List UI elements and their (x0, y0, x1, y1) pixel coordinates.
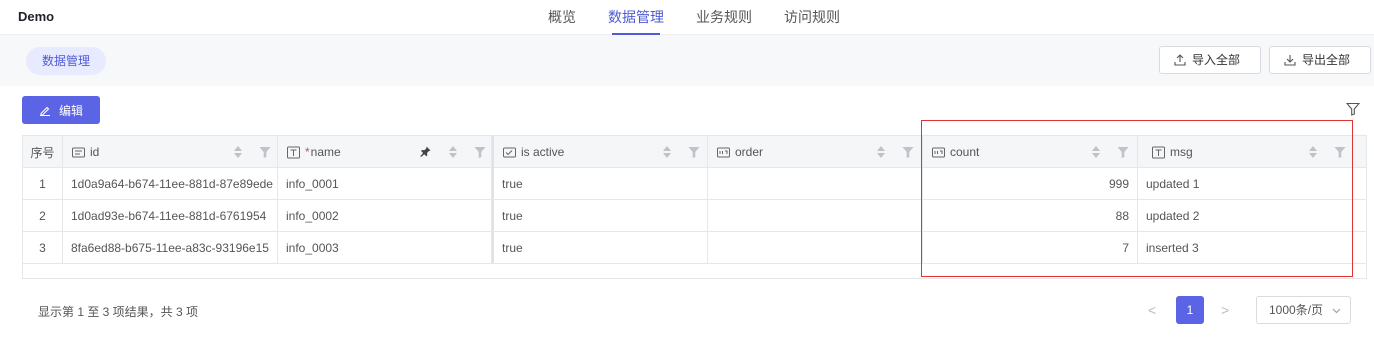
tab-business-rules[interactable]: 业务规则 (696, 0, 752, 35)
cell-order[interactable] (708, 168, 923, 200)
nav-tabs: 概览 数据管理 业务规则 访问规则 (548, 0, 872, 35)
cell-is-active[interactable]: true (494, 168, 708, 200)
page-size-value: 1000条/页 (1269, 303, 1324, 317)
cell-index: 2 (23, 200, 63, 232)
cell-name[interactable]: info_0001 (278, 168, 492, 200)
boolean-field-icon (503, 147, 516, 157)
cell-name[interactable]: info_0003 (278, 232, 492, 264)
chevron-down-icon (1332, 308, 1341, 314)
column-filter-icon[interactable] (474, 146, 486, 158)
sub-header: 数据管理 导入全部 导出全部 (0, 35, 1374, 86)
upload-icon (1174, 54, 1186, 66)
sort-icon[interactable] (448, 145, 458, 159)
column-filter-icon[interactable] (259, 146, 271, 158)
download-icon (1284, 55, 1296, 66)
tab-overview[interactable]: 概览 (548, 0, 576, 35)
title-field-icon (287, 146, 300, 158)
cell-id[interactable]: 1d0ad93e-b674-11ee-881d-6761954 (63, 200, 278, 232)
import-all-label: 导入全部 (1192, 53, 1241, 67)
text-field-icon (72, 147, 85, 157)
pagination-summary: 显示第 1 至 3 项结果，共 3 项 (38, 305, 199, 319)
cell-id[interactable]: 1d0a9a64-b674-11ee-881d-87e89ede (63, 168, 278, 200)
cell-is-active[interactable]: true (494, 200, 708, 232)
column-header-name[interactable]: * name (278, 136, 492, 168)
column-filter-icon[interactable] (688, 146, 700, 158)
tab-access-rules[interactable]: 访问规则 (784, 0, 840, 35)
import-all-button[interactable]: 导入全部 (1159, 46, 1261, 74)
number-field-icon (717, 147, 730, 157)
sort-icon[interactable] (233, 145, 243, 159)
column-header-order[interactable]: order (708, 136, 923, 168)
cell-order[interactable] (708, 232, 923, 264)
pencil-icon (39, 106, 50, 116)
prev-page-button[interactable]: < (1148, 302, 1162, 318)
pin-icon[interactable] (420, 146, 431, 157)
app-title: Demo (18, 9, 55, 24)
cell-index: 3 (23, 232, 63, 264)
tab-data-management[interactable]: 数据管理 (608, 0, 664, 35)
section-pill[interactable]: 数据管理 (26, 47, 107, 75)
column-filter-icon[interactable] (902, 146, 914, 158)
sort-icon[interactable] (662, 145, 672, 159)
edit-button[interactable]: 编辑 (22, 96, 100, 124)
column-header-id[interactable]: id (63, 136, 278, 168)
cell-index: 1 (23, 168, 63, 200)
sort-icon[interactable] (876, 145, 886, 159)
current-page-button[interactable]: 1 (1176, 296, 1204, 324)
column-header-index: 序号 (23, 136, 63, 168)
cell-name[interactable]: info_0002 (278, 200, 492, 232)
cell-is-active[interactable]: true (494, 232, 708, 264)
top-nav: Demo 概览 数据管理 业务规则 访问规则 (0, 0, 1374, 35)
cell-order[interactable] (708, 200, 923, 232)
column-header-is-active[interactable]: is active (494, 136, 708, 168)
highlight-annotation-box (921, 120, 1353, 277)
cell-id[interactable]: 8fa6ed88-b675-11ee-a83c-93196e15 (63, 232, 278, 264)
next-page-button[interactable]: > (1221, 302, 1235, 318)
edit-label: 编辑 (58, 103, 83, 118)
export-all-button[interactable]: 导出全部 (1269, 46, 1371, 74)
filter-icon[interactable] (1346, 102, 1360, 116)
page-size-select[interactable]: 1000条/页 (1256, 296, 1351, 324)
export-all-label: 导出全部 (1302, 53, 1351, 67)
